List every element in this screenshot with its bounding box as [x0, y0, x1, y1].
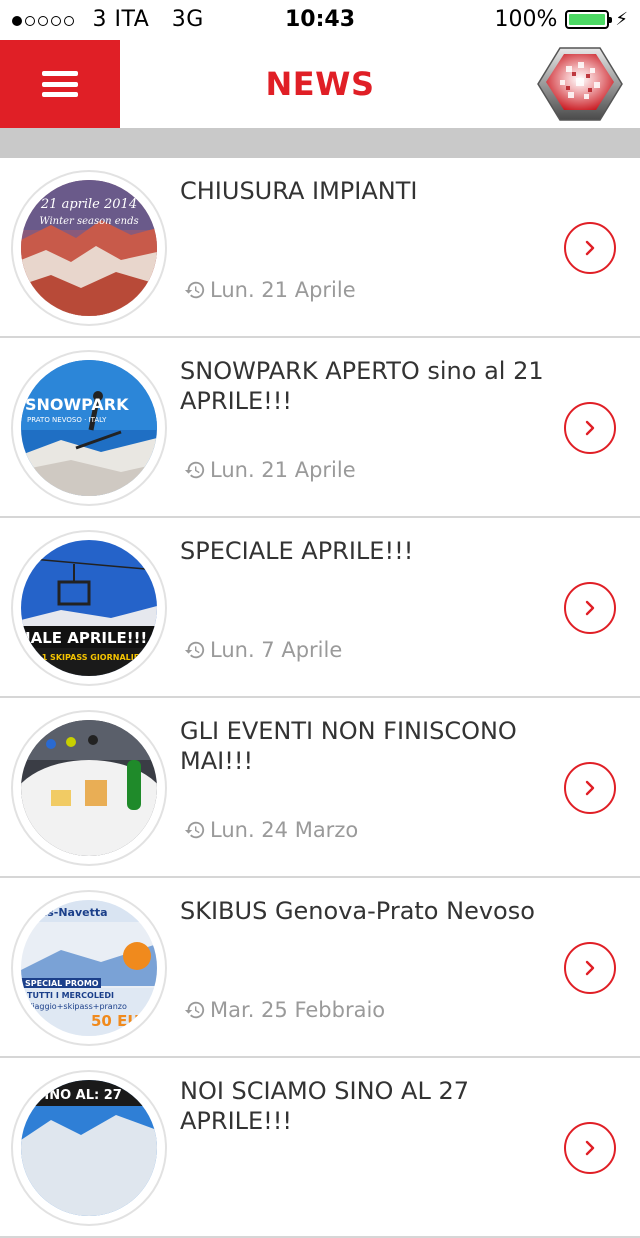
- history-clock-icon: [184, 1001, 205, 1019]
- news-date-text: Lun. 21 Aprile: [210, 458, 356, 482]
- hamburger-icon: [42, 71, 78, 97]
- app-logo[interactable]: [536, 44, 624, 124]
- battery-percent: 100%: [494, 7, 558, 32]
- thumb-caption: 21 aprile 2014: [40, 197, 137, 212]
- history-clock-icon: [184, 641, 205, 659]
- history-clock-icon: [184, 821, 205, 839]
- news-title: SPECIALE APRILE!!!: [180, 537, 414, 565]
- news-item[interactable]: GLI EVENTI NON FINISCONO MAI!!! Lun. 24 …: [0, 698, 640, 878]
- status-bar: 3 ITA 3G 10:43 100% ⚡: [0, 0, 640, 40]
- chevron-right-icon: [585, 960, 595, 976]
- news-thumbnail: SINO AL: 27: [11, 1070, 167, 1226]
- open-news-button[interactable]: [564, 942, 616, 994]
- news-item[interactable]: 21 aprile 2014 Winter season ends CHIUSU…: [0, 158, 640, 338]
- menu-button[interactable]: [0, 40, 120, 128]
- news-date: Mar. 25 Febbraio: [184, 998, 385, 1022]
- news-date: Lun. 21 Aprile: [184, 458, 356, 482]
- open-news-button[interactable]: [564, 1122, 616, 1174]
- svg-text:PRATO NEVOSO · ITALY: PRATO NEVOSO · ITALY: [27, 416, 107, 424]
- news-item[interactable]: Bus-Navetta SPECIAL PROMO TUTTI I MERCOL…: [0, 878, 640, 1058]
- history-clock-icon: [184, 281, 205, 299]
- thumb-caption: SNOWPARK: [25, 395, 129, 414]
- news-date-text: Lun. 21 Aprile: [210, 278, 356, 302]
- news-title: NOI SCIAMO SINO AL 27 APRILE!!!: [180, 1077, 470, 1135]
- thumb-caption: SPECIAL PROMO: [25, 979, 99, 988]
- news-thumbnail: IALE APRILE!!! +1 SKIPASS GIORNALIERO: [11, 530, 167, 686]
- news-date: Lun. 7 Aprile: [184, 638, 342, 662]
- news-date-text: Lun. 7 Aprile: [210, 638, 343, 662]
- header-divider: [0, 128, 640, 158]
- chevron-right-icon: [585, 240, 595, 256]
- history-clock-icon: [184, 461, 205, 479]
- news-thumbnail: Bus-Navetta SPECIAL PROMO TUTTI I MERCOL…: [11, 890, 167, 1046]
- news-item[interactable]: SINO AL: 27 NOI SCIAMO SINO AL 27 APRILE…: [0, 1058, 640, 1238]
- app-header: NEWS: [0, 40, 640, 128]
- news-title: SKIBUS Genova-Prato Nevoso: [180, 897, 535, 925]
- svg-text:Viaggio+skipass+pranzo: Viaggio+skipass+pranzo: [27, 1002, 127, 1011]
- battery-icon: [565, 10, 613, 29]
- open-news-button[interactable]: [564, 222, 616, 274]
- svg-text:50 EURO: 50 EURO: [91, 1012, 157, 1030]
- thumb-caption: SINO AL: 27: [35, 1088, 122, 1103]
- news-title: SNOWPARK APERTO sino al 21 APRILE!!!: [180, 357, 544, 415]
- page-title: NEWS: [265, 65, 375, 103]
- chevron-right-icon: [585, 1140, 595, 1156]
- news-item[interactable]: IALE APRILE!!! +1 SKIPASS GIORNALIERO SP…: [0, 518, 640, 698]
- news-date-text: Lun. 24 Marzo: [210, 818, 359, 842]
- news-date: Lun. 21 Aprile: [184, 278, 356, 302]
- open-news-button[interactable]: [564, 402, 616, 454]
- news-thumbnail: SNOWPARK PRATO NEVOSO · ITALY: [11, 350, 167, 506]
- news-list: 21 aprile 2014 Winter season ends CHIUSU…: [0, 158, 640, 1238]
- chevron-right-icon: [585, 600, 595, 616]
- charging-bolt-icon: ⚡: [615, 9, 628, 30]
- svg-text:+1 SKIPASS GIORNALIERO: +1 SKIPASS GIORNALIERO: [35, 653, 152, 662]
- news-title: CHIUSURA IMPIANTI: [180, 177, 418, 205]
- news-thumbnail: 21 aprile 2014 Winter season ends: [11, 170, 167, 326]
- open-news-button[interactable]: [564, 762, 616, 814]
- news-item[interactable]: SNOWPARK PRATO NEVOSO · ITALY SNOWPARK A…: [0, 338, 640, 518]
- svg-text:TUTTI I MERCOLEDI: TUTTI I MERCOLEDI: [27, 991, 114, 1000]
- status-battery-group: 100% ⚡: [494, 7, 628, 32]
- news-title: GLI EVENTI NON FINISCONO MAI!!!: [180, 717, 517, 775]
- chevron-right-icon: [585, 780, 595, 796]
- open-news-button[interactable]: [564, 582, 616, 634]
- svg-text:Bus-Navetta: Bus-Navetta: [31, 906, 108, 919]
- news-date-text: Mar. 25 Febbraio: [210, 998, 386, 1022]
- svg-text:Winter season ends: Winter season ends: [39, 216, 138, 227]
- news-thumbnail: [11, 710, 167, 866]
- news-date: Lun. 24 Marzo: [184, 818, 358, 842]
- chevron-right-icon: [585, 420, 595, 436]
- thumb-caption: IALE APRILE!!!: [25, 629, 147, 647]
